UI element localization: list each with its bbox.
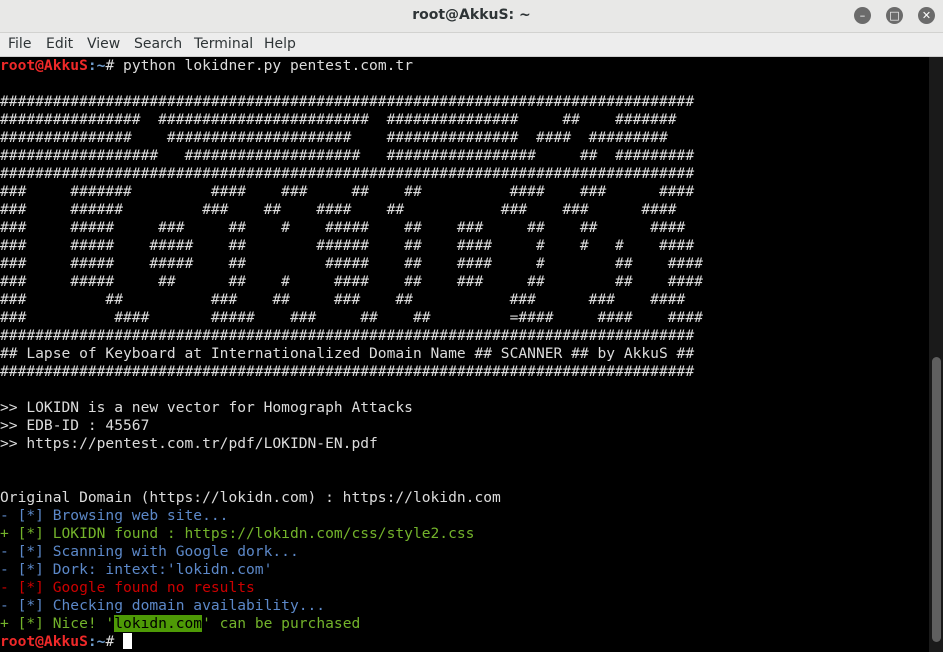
terminal-output[interactable]: root@AkkuS:~# python lokidner.py pentest… [0,57,929,652]
status-scanning: - [*] Scanning with Google dork... [0,543,299,560]
banner-line: ### ## ### ## ### ## ### ### #### [0,291,686,308]
menu-view[interactable]: View [87,36,120,52]
banner-line: ### ##### ## ## # #### ## ### ## ## #### [0,273,703,290]
status-no-results: - [*] Google found no results [0,579,255,596]
close-button[interactable]: ✕ [918,7,935,24]
scrollbar-thumb[interactable] [932,357,941,642]
banner-line: ########################################… [0,363,695,380]
banner-line: ################## #################### … [0,147,695,164]
maximize-button[interactable]: □ [886,7,903,24]
menu-search[interactable]: Search [134,36,182,52]
info-line: >> LOKIDN is a new vector for Homograph … [0,399,413,416]
banner-line: ## Lapse of Keyboard at Internationalize… [0,345,695,362]
prompt-symbol: # [105,57,124,74]
banner-line: ### #### ##### ### ## ## =#### #### #### [0,309,703,326]
menu-edit[interactable]: Edit [46,36,73,52]
window-title: root@AkkuS: ~ [412,7,531,23]
terminal-window: root@AkkuS: ~ – □ ✕ File Edit View Searc… [0,0,943,652]
status-dork: - [*] Dork: intext:'lokidn.com' [0,561,273,578]
final-prompt-line: root@AkkuS:~# [0,633,929,651]
banner-line: ### ##### ##### ## ##### ## #### # ## ##… [0,255,703,272]
title-bar[interactable]: root@AkkuS: ~ – □ ✕ [0,0,943,33]
status-purchasable: + [*] Nice! 'lokıdn.com' can be purchase… [0,615,929,633]
status-browsing: - [*] Browsing web site... [0,507,229,524]
scrollbar[interactable] [929,57,943,652]
prompt-path: :~ [87,633,106,650]
highlighted-domain: lokıdn.com [114,615,203,632]
banner-line: ########################################… [0,327,695,344]
prompt-user: root@AkkuS [0,633,88,650]
banner-line: ########################################… [0,93,695,110]
menu-terminal[interactable]: Terminal [194,36,253,52]
banner-line: ### ##### ### ## # ##### ## ### ## ## ##… [0,219,686,236]
info-line: >> https://pentest.com.tr/pdf/LOKIDN-EN.… [0,435,378,452]
command-line: root@AkkuS:~# python lokidner.py pentest… [0,57,929,75]
banner-line: ########################################… [0,165,695,182]
status-found: + [*] LOKIDN found : https://lokıdn.com/… [0,525,475,542]
text-cursor [123,633,133,649]
menu-help[interactable]: Help [264,36,296,52]
command-text: python lokidner.py pentest.com.tr [123,57,413,74]
banner-line: ### ####### #### ### ## ## #### ### #### [0,183,695,200]
prompt-user: root@AkkuS [0,57,88,74]
nice-suffix: ' can be purchased [202,615,361,632]
minimize-button[interactable]: – [854,7,871,24]
banner-line: ################ #######################… [0,111,677,128]
nice-prefix: + [*] Nice! ' [0,615,115,632]
prompt-symbol: # [105,633,124,650]
original-domain-line: Original Domain (https://lokidn.com) : h… [0,489,501,506]
menu-bar: File Edit View Search Terminal Help [0,33,943,57]
banner-line: ############### ##################### ##… [0,129,668,146]
prompt-path: :~ [87,57,106,74]
menu-file[interactable]: File [8,36,31,52]
status-checking: - [*] Checking domain availability... [0,597,326,614]
banner-line: ### ##### ##### ## ###### ## #### # # # … [0,237,695,254]
banner-line: ### ###### ### ## #### ## ### ### #### [0,201,677,218]
info-line: >> EDB-ID : 45567 [0,417,150,434]
